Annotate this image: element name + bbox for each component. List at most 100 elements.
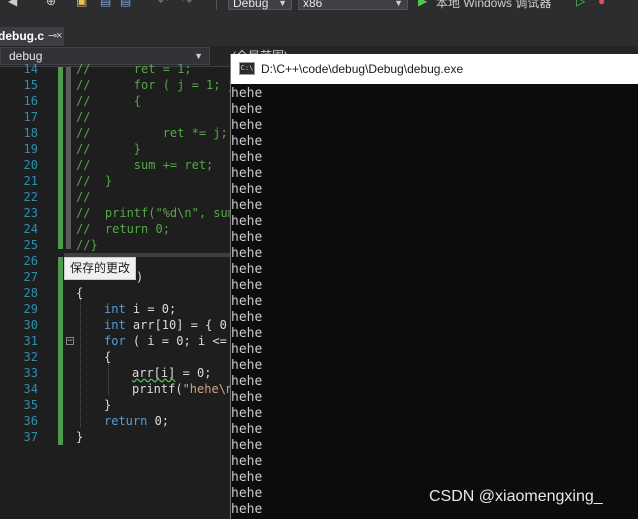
console-output-line: hehe bbox=[231, 262, 263, 277]
console-output-line: hehe bbox=[231, 310, 263, 325]
code-line: // sum += ret; bbox=[76, 158, 214, 172]
platform-value: x86 bbox=[303, 0, 323, 10]
code-line: // ret = 1; bbox=[76, 62, 192, 76]
record-icon[interactable]: ● bbox=[598, 0, 605, 10]
collapse-icon[interactable]: − bbox=[66, 337, 74, 346]
comment-block-bar bbox=[66, 67, 71, 249]
toolbar: ◀ ⊕ ▣ ▤ ▤ ↶ ↷ Debug ▼ x86 ▼ ▶ 本地 Windows… bbox=[0, 0, 638, 14]
console-output-line: hehe bbox=[231, 182, 263, 197]
console-icon: C:\ bbox=[239, 62, 255, 75]
line-number: 15 bbox=[23, 78, 38, 92]
code-line: // return 0; bbox=[76, 222, 170, 236]
console-output-line: hehe bbox=[231, 294, 263, 309]
console-output-line: hehe bbox=[231, 454, 263, 469]
code-line: } bbox=[104, 398, 112, 412]
line-number: 14 bbox=[23, 62, 38, 76]
console-title-bar[interactable]: C:\ D:\C++\code\debug\Debug\debug.exe bbox=[231, 54, 638, 84]
line-number: 34 bbox=[23, 382, 38, 396]
line-number: 26 bbox=[23, 254, 38, 268]
code-line: printf("hehe\n bbox=[132, 381, 233, 397]
saved-change-bar bbox=[58, 257, 63, 445]
close-icon[interactable]: × bbox=[56, 27, 62, 46]
console-output-line: hehe bbox=[231, 278, 263, 293]
line-number: 20 bbox=[23, 158, 38, 172]
start-debug-button[interactable]: 本地 Windows 调试器 bbox=[436, 0, 551, 10]
undo-icon[interactable]: ↶ bbox=[158, 0, 168, 10]
code-line: // } bbox=[76, 174, 113, 188]
code-line: // ret *= j; bbox=[76, 126, 228, 140]
back-icon[interactable]: ◀ bbox=[8, 0, 17, 10]
line-number: 27 bbox=[23, 270, 38, 284]
tab-bar: debug.c ⊸ × bbox=[0, 14, 638, 46]
tab-label: debug.c bbox=[0, 29, 45, 43]
code-text: ( i = 0; i <= bbox=[125, 334, 227, 348]
console-output-line: hehe bbox=[231, 438, 263, 453]
code-text: = 0; bbox=[175, 366, 212, 380]
console-output-line: hehe bbox=[231, 470, 263, 485]
line-number: 30 bbox=[23, 318, 38, 332]
configuration-value: Debug bbox=[233, 0, 269, 10]
line-number: 35 bbox=[23, 398, 38, 412]
console-output-line: hehe bbox=[231, 342, 263, 357]
code-text: arr[10] = { 0 bbox=[125, 318, 227, 332]
console-output-line: hehe bbox=[231, 102, 263, 117]
line-number: 31 bbox=[23, 334, 38, 348]
configuration-dropdown[interactable]: Debug ▼ bbox=[228, 0, 292, 10]
line-number: 28 bbox=[23, 286, 38, 300]
code-line: int arr[10] = { 0 bbox=[104, 317, 227, 333]
code-line: } bbox=[76, 430, 84, 444]
console-output-line: hehe bbox=[231, 198, 263, 213]
line-number: 37 bbox=[23, 430, 38, 444]
saved-changes-tooltip: 保存的更改 bbox=[64, 257, 136, 280]
console-window[interactable]: C:\ D:\C++\code\debug\Debug\debug.exe he… bbox=[230, 54, 638, 519]
watermark: CSDN @xiaomengxing_ bbox=[429, 488, 603, 505]
console-output-line: hehe bbox=[231, 406, 263, 421]
save-all-icon[interactable]: ▤ bbox=[120, 0, 131, 10]
console-output-line: hehe bbox=[231, 422, 263, 437]
code-line: for ( i = 0; i <= bbox=[104, 333, 227, 349]
toolbar-separator bbox=[216, 0, 217, 10]
platform-dropdown[interactable]: x86 ▼ bbox=[298, 0, 408, 10]
line-number: 29 bbox=[23, 302, 38, 316]
keyword-int: int bbox=[104, 302, 126, 316]
console-output-line: hehe bbox=[231, 246, 263, 261]
console-output-line: hehe bbox=[231, 390, 263, 405]
start-without-debug-icon[interactable]: ▷ bbox=[576, 0, 585, 10]
save-icon[interactable]: ▤ bbox=[100, 0, 111, 10]
start-debug-icon[interactable]: ▶ bbox=[418, 0, 427, 10]
navigate-icon[interactable]: ⊕ bbox=[46, 0, 56, 10]
console-output-line: hehe bbox=[231, 502, 263, 517]
tab-debug-c[interactable]: debug.c ⊸ × bbox=[0, 27, 64, 46]
keyword-for: for bbox=[104, 334, 126, 348]
code-line: // for ( j = 1; j bbox=[76, 78, 235, 92]
code-line: //} bbox=[76, 238, 98, 252]
line-number: 33 bbox=[23, 366, 38, 380]
code-line: // bbox=[76, 190, 91, 204]
warning-squiggle[interactable]: arr[i] bbox=[132, 366, 175, 380]
line-number: 18 bbox=[23, 126, 38, 140]
chevron-down-icon: ▼ bbox=[394, 0, 403, 8]
saved-change-bar bbox=[58, 67, 63, 249]
code-line: return 0; bbox=[104, 413, 169, 429]
line-number: 36 bbox=[23, 414, 38, 428]
line-number: 32 bbox=[23, 350, 38, 364]
indent-guide bbox=[80, 299, 81, 427]
keyword-int: int bbox=[104, 318, 126, 332]
console-output-line: hehe bbox=[231, 214, 263, 229]
keyword-return: return bbox=[104, 414, 148, 428]
code-line: // printf("%d\n", sum bbox=[76, 206, 235, 220]
console-output-line: hehe bbox=[231, 326, 263, 341]
line-number: 17 bbox=[23, 110, 38, 124]
code-line: // bbox=[76, 110, 91, 124]
console-output-line: hehe bbox=[231, 134, 263, 149]
line-number: 21 bbox=[23, 174, 38, 188]
console-output-line: hehe bbox=[231, 230, 263, 245]
code-text: i = 0; bbox=[125, 302, 177, 316]
line-number: 23 bbox=[23, 206, 38, 220]
code-line: // } bbox=[76, 142, 142, 156]
line-number: 24 bbox=[23, 222, 38, 236]
chevron-down-icon: ▼ bbox=[194, 51, 203, 61]
indent-guide bbox=[108, 363, 109, 395]
redo-icon[interactable]: ↷ bbox=[182, 0, 192, 10]
open-folder-icon[interactable]: ▣ bbox=[76, 0, 87, 10]
